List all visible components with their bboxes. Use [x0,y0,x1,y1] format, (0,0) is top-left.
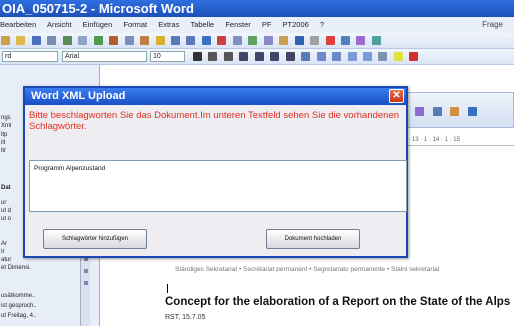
hyperlink-icon[interactable] [201,36,211,45]
font-select[interactable]: Arial [62,51,147,62]
tool-icon[interactable] [450,107,460,116]
line-spacing-icon[interactable] [301,52,311,61]
menu-format[interactable]: Format [123,20,147,29]
formatting-toolbar: rd Arial 10 [0,49,514,65]
pane-text: ut Freitag, 4.. [1,313,37,319]
tool-icon[interactable] [467,107,477,116]
menu-fenster[interactable]: Fenster [225,20,250,29]
columns-icon[interactable] [263,36,273,45]
paste-icon[interactable] [140,36,150,45]
show-hide-icon[interactable] [310,36,320,45]
insert-excel-icon[interactable] [248,36,258,45]
undo-icon[interactable] [170,36,180,45]
pane-text: ur [1,200,7,206]
open-folder-icon[interactable] [16,36,26,45]
document-subtitle: Ständiges Sekretariat • Secrétariat perm… [175,266,440,273]
pane-text: usätkomme.. [1,293,36,299]
redo-icon[interactable] [186,36,196,45]
document-line: RST, 15.7.05 [165,314,206,321]
print-icon[interactable] [62,36,72,45]
pane-text: Xml [1,123,12,129]
document-map-icon[interactable] [294,36,304,45]
italic-icon[interactable] [208,52,218,61]
window-title: OIA_050715-2 - Microsoft Word [2,1,194,16]
help-search-box[interactable]: Frage [482,17,503,33]
standard-toolbar [0,33,514,49]
bullets-icon[interactable] [332,52,342,61]
permission-icon[interactable] [47,36,57,45]
pane-text: ltp [1,132,8,138]
document-heading: Concept for the elaboration of a Report … [165,296,511,308]
highlight-icon[interactable] [393,52,403,61]
pane-text: atur [1,257,12,263]
menu-help[interactable]: ? [320,20,324,29]
close-icon[interactable]: ✕ [389,89,404,103]
justify-icon[interactable] [285,52,295,61]
pane-text: ist gesproch.. [1,303,37,309]
menu-einfuegen[interactable]: Einfügen [83,20,113,29]
bold-icon[interactable] [193,52,202,61]
dialog-titlebar: Word XML Upload ✕ [25,88,406,105]
spelling-icon[interactable] [93,36,103,45]
pane-text: ut o [1,216,12,222]
menu-extras[interactable]: Extras [158,20,179,29]
pane-text: ltr [1,148,6,154]
cut-icon[interactable] [109,36,119,45]
preview-icon[interactable] [78,36,88,45]
copy-icon[interactable] [124,36,134,45]
format-painter-icon[interactable] [155,36,165,45]
keywords-input[interactable]: Programm Alpenzustand [29,160,407,212]
menu-bar: Bearbeiten Ansicht Einfügen Format Extra… [0,17,514,33]
xml-upload-dialog: Word XML Upload ✕ Bitte beschlagworten S… [23,86,408,258]
menu-pf[interactable]: PF [262,20,272,29]
align-left-icon[interactable] [239,52,249,61]
pane-text: Ar [1,241,7,247]
decrease-indent-icon[interactable] [347,52,357,61]
pane-text: ilt [1,140,6,146]
dialog-message: Bitte beschlagworten Sie das Dokument.Im… [29,110,400,132]
menu-bearbeiten[interactable]: Bearbeiten [0,20,36,29]
menu-ansicht[interactable]: Ansicht [47,20,72,29]
read-icon[interactable] [356,36,366,45]
pane-text: ut d [1,208,12,214]
align-center-icon[interactable] [254,52,264,61]
formatting-icons [192,49,419,64]
style-box[interactable]: rd [2,51,58,62]
tables-borders-icon[interactable] [217,36,227,45]
upload-document-button[interactable]: Dokument hochladen [266,229,360,249]
research-icon[interactable] [340,36,350,45]
tool-icon[interactable] [432,107,442,116]
increase-indent-icon[interactable] [362,52,372,61]
menu-tabelle[interactable]: Tabelle [190,20,214,29]
align-right-icon[interactable] [270,52,280,61]
add-keywords-button[interactable]: Schlagwörter hinzufügen [43,229,147,249]
border-icon[interactable] [378,52,388,61]
window-titlebar: OIA_050715-2 - Microsoft Word [0,0,514,17]
insert-table-icon[interactable] [232,36,242,45]
font-color-icon[interactable] [409,52,419,61]
tool-icon[interactable] [415,107,425,116]
new-doc-icon[interactable] [1,36,10,45]
save-icon[interactable] [31,36,41,45]
pane-text: et Dimensi. [1,265,32,271]
pane-text: ngs [1,115,11,121]
numbering-icon[interactable] [316,52,326,61]
underline-icon[interactable] [223,52,233,61]
pane-text: Ir [1,249,5,255]
menu-pt2006[interactable]: PT2006 [283,20,309,29]
pane-heading: Dat [1,185,11,191]
text-cursor [167,284,168,293]
font-size-select[interactable]: 10 [150,51,185,62]
drawing-icon[interactable] [279,36,289,45]
dialog-title: Word XML Upload [31,90,126,102]
zoom-icon[interactable] [371,36,381,45]
acrobat-icon[interactable] [325,36,335,45]
